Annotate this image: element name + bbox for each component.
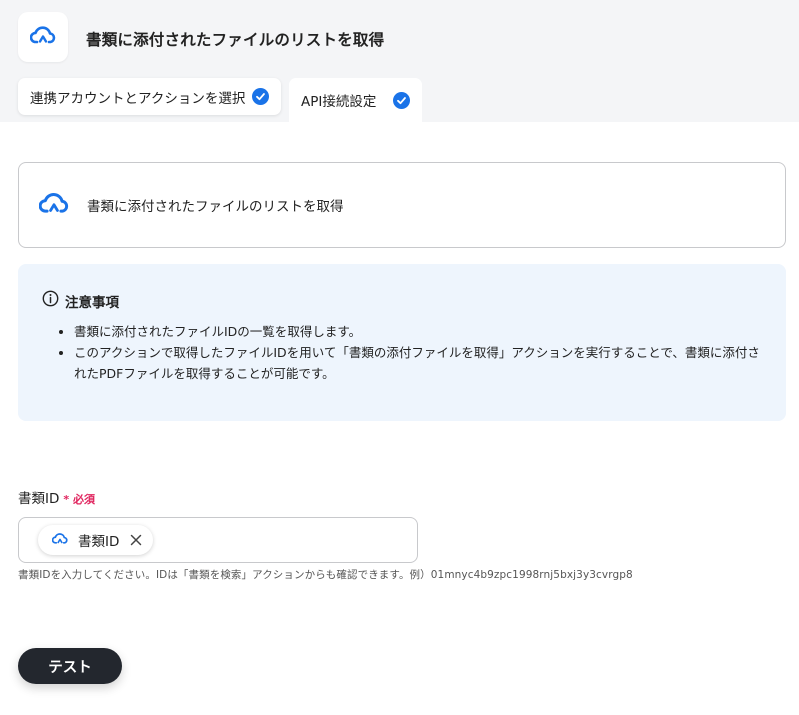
app-icon-box — [18, 12, 68, 62]
cloud-sync-icon — [51, 532, 68, 549]
tab-account-action[interactable]: 連携アカウントとアクションを選択 — [18, 78, 281, 115]
tab-api-settings[interactable]: API接続設定 — [289, 78, 422, 122]
check-icon — [252, 88, 269, 105]
required-badge: * 必須 — [63, 491, 95, 507]
field-label-text: 書類ID — [18, 491, 60, 507]
list-item: このアクションで取得したファイルIDを用いて「書類の添付ファイルを取得」アクショ… — [74, 342, 762, 384]
notice-list: 書類に添付されたファイルIDの一覧を取得します。 このアクションで取得したファイ… — [74, 321, 762, 384]
check-icon — [393, 91, 410, 109]
list-item: 書類に添付されたファイルIDの一覧を取得します。 — [74, 321, 762, 342]
info-icon — [42, 290, 59, 311]
notice-box: 注意事項 書類に添付されたファイルIDの一覧を取得します。 このアクションで取得… — [18, 264, 786, 421]
action-card[interactable]: 書類に添付されたファイルのリストを取得 — [18, 162, 786, 248]
required-mark: * — [63, 493, 70, 506]
document-id-label: 書類ID * 必須 — [18, 487, 95, 507]
notice-title: 注意事項 — [65, 294, 119, 311]
cloud-sync-icon — [38, 191, 69, 219]
field-help-text: 書類IDを入力してください。IDは「書類を検索」アクションからも確認できます。例… — [18, 569, 633, 581]
tab-label: API接続設定 — [301, 94, 377, 110]
required-text: 必須 — [73, 493, 95, 506]
test-button[interactable]: テスト — [18, 648, 122, 684]
tab-label: 連携アカウントとアクションを選択 — [30, 90, 246, 107]
variable-chip[interactable]: 書類ID — [38, 525, 154, 555]
document-id-field[interactable]: 書類ID — [18, 517, 418, 563]
header-area: 書類に添付されたファイルのリストを取得 連携アカウントとアクションを選択 API… — [0, 0, 799, 122]
notice-header: 注意事項 — [42, 290, 762, 311]
page-title: 書類に添付されたファイルのリストを取得 — [86, 31, 385, 49]
action-card-label: 書類に添付されたファイルのリストを取得 — [87, 199, 344, 215]
chip-label: 書類ID — [78, 534, 120, 550]
close-icon[interactable] — [129, 533, 143, 547]
cloud-sync-icon — [29, 25, 56, 49]
